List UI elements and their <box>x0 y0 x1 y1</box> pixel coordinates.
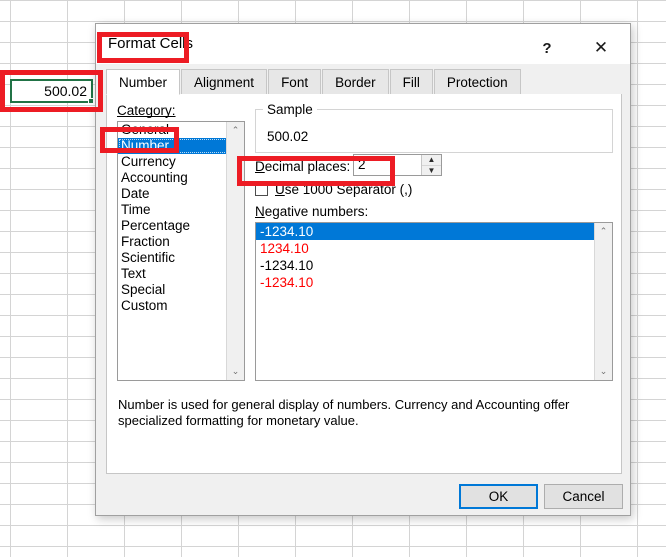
category-item-currency[interactable]: Currency <box>118 154 228 170</box>
category-item-number[interactable]: Number <box>118 138 228 154</box>
negative-numbers-label-rest: egative numbers: <box>264 204 369 219</box>
dialog-titlebar: Format Cells ? ✕ <box>96 24 630 64</box>
category-item-general[interactable]: General <box>118 122 228 138</box>
decimal-places-input[interactable] <box>354 155 422 175</box>
number-tab-panel: Category: General Number Currency Accoun… <box>106 94 622 474</box>
tab-font[interactable]: Font <box>268 69 322 95</box>
category-item-text[interactable]: Text <box>118 266 228 282</box>
dialog-title: Format Cells <box>108 35 194 52</box>
tab-protection[interactable]: Protection <box>433 69 521 95</box>
close-icon[interactable]: ✕ <box>578 32 624 64</box>
category-item-time[interactable]: Time <box>118 202 228 218</box>
use-1000-separator-row[interactable]: Use 1000 Separator (,) <box>255 182 412 197</box>
chevron-down-icon[interactable]: ⌄ <box>227 363 244 380</box>
tab-alignment[interactable]: Alignment <box>181 69 268 95</box>
category-item-percentage[interactable]: Percentage <box>118 218 228 234</box>
negative-number-item-1[interactable]: -1234.10 <box>256 223 612 240</box>
spin-up-icon[interactable]: ▲ <box>422 155 441 165</box>
decimal-places-label-rest: ecimal places: <box>264 159 351 174</box>
negative-number-item-3[interactable]: -1234.10 <box>256 257 612 274</box>
category-item-fraction[interactable]: Fraction <box>118 234 228 250</box>
fill-handle[interactable] <box>88 98 94 104</box>
category-listbox[interactable]: General Number Currency Accounting Date … <box>117 121 245 381</box>
category-label: Category: <box>117 103 176 118</box>
chevron-down-icon[interactable]: ⌄ <box>595 363 612 380</box>
tab-fill[interactable]: Fill <box>389 69 433 95</box>
category-item-scientific[interactable]: Scientific <box>118 250 228 266</box>
use-1000-separator-checkbox[interactable] <box>255 183 268 196</box>
ok-button[interactable]: OK <box>459 484 538 509</box>
selected-cell-value: 500.02 <box>44 83 87 99</box>
category-scrollbar[interactable]: ⌃ ⌄ <box>226 122 244 380</box>
use-1000-separator-label-rest: se 1000 Separator (,) <box>284 182 413 197</box>
negative-numbers-scrollbar[interactable]: ⌃ ⌄ <box>594 223 612 380</box>
category-item-special[interactable]: Special <box>118 282 228 298</box>
category-items: General Number Currency Accounting Date … <box>118 122 228 314</box>
category-item-accounting[interactable]: Accounting <box>118 170 228 186</box>
help-icon[interactable]: ? <box>524 32 570 64</box>
tab-number[interactable]: Number <box>106 69 181 95</box>
chevron-up-icon[interactable]: ⌃ <box>227 122 244 139</box>
cancel-button[interactable]: Cancel <box>544 484 623 509</box>
negative-numbers-listbox[interactable]: -1234.10 1234.10 -1234.10 -1234.10 ⌃ ⌄ <box>255 222 613 381</box>
spin-down-icon[interactable]: ▼ <box>422 165 441 175</box>
sample-legend: Sample <box>263 102 317 117</box>
selected-cell[interactable]: 500.02 <box>10 79 94 104</box>
use-1000-separator-label: Use 1000 Separator (,) <box>275 182 413 197</box>
category-description: Number is used for general display of nu… <box>118 397 570 428</box>
category-item-custom[interactable]: Custom <box>118 298 228 314</box>
decimal-places-label: Decimal places: <box>255 159 351 174</box>
negative-number-item-4[interactable]: -1234.10 <box>256 274 612 291</box>
tab-strip: Number Alignment Font Border Fill Protec… <box>106 69 620 96</box>
decimal-places-stepper[interactable]: ▲ ▼ <box>353 154 442 176</box>
format-cells-dialog: Format Cells ? ✕ Number Alignment Font B… <box>95 23 631 516</box>
category-item-date[interactable]: Date <box>118 186 228 202</box>
negative-numbers-label: Negative numbers: <box>255 204 369 219</box>
chevron-up-icon[interactable]: ⌃ <box>595 223 612 240</box>
negative-number-item-2[interactable]: 1234.10 <box>256 240 612 257</box>
sample-value: 500.02 <box>267 129 309 144</box>
decimal-places-spin-buttons[interactable]: ▲ ▼ <box>421 155 441 175</box>
tab-border[interactable]: Border <box>322 69 389 95</box>
